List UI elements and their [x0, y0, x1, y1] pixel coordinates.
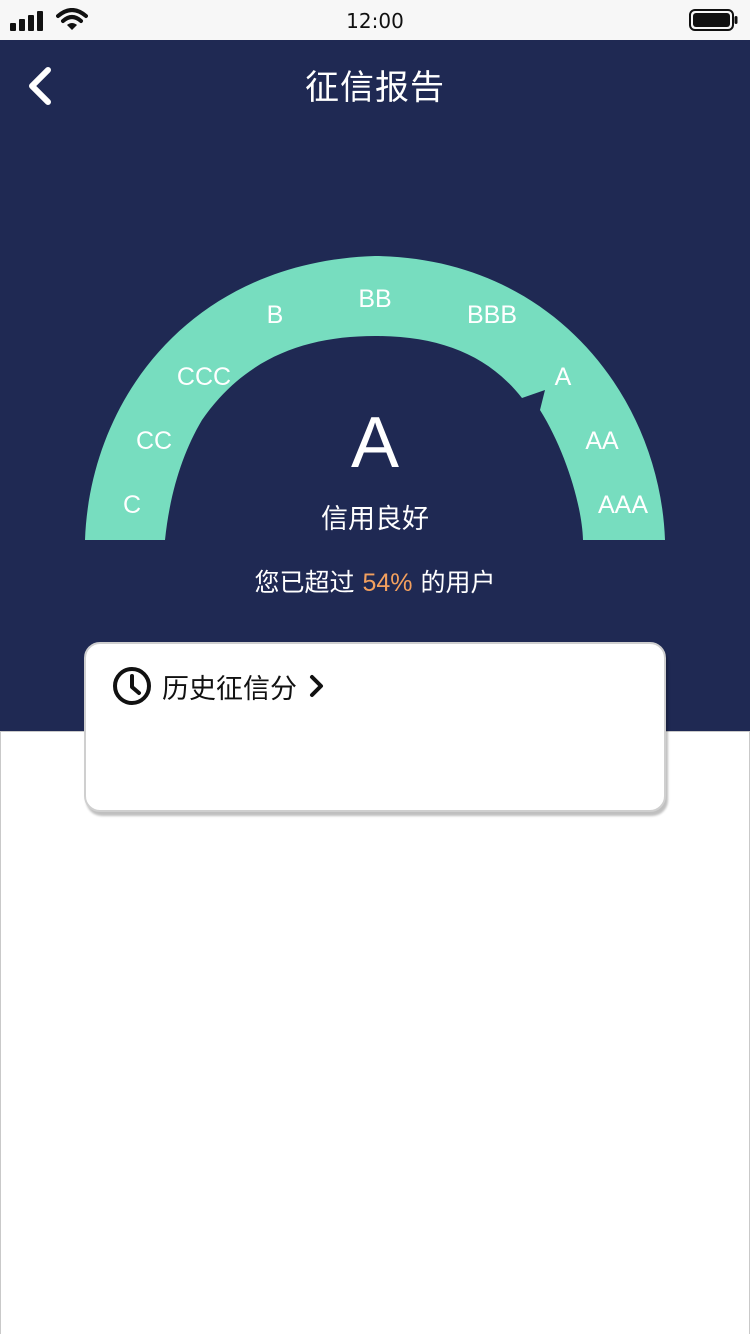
history-score-card: 历史征信分	[84, 642, 666, 812]
content-area	[0, 731, 750, 1334]
ranking-text: 您已超过 54% 的用户	[0, 563, 750, 599]
ranking-percent: 54%	[362, 569, 413, 597]
ranking-suffix: 的用户	[420, 568, 496, 597]
grade-label-ccc: CCC	[177, 363, 231, 391]
clock-icon	[113, 667, 151, 705]
history-score-link[interactable]: 历史征信分	[112, 664, 327, 708]
grade-label-b: B	[267, 301, 284, 329]
current-grade: A	[350, 403, 400, 483]
history-score-label: 历史征信分	[162, 673, 297, 705]
grade-label-bb: BB	[358, 285, 391, 313]
grade-label-a: A	[555, 363, 572, 391]
chevron-right-icon	[310, 675, 323, 697]
credit-report-screen: 12:00 征信报告 C CC CCC B BB BBB A AA AAA A …	[0, 0, 750, 1334]
ranking-prefix: 您已超过	[254, 568, 355, 597]
grade-description: 信用良好	[321, 504, 429, 535]
grade-label-bbb: BBB	[467, 301, 517, 329]
